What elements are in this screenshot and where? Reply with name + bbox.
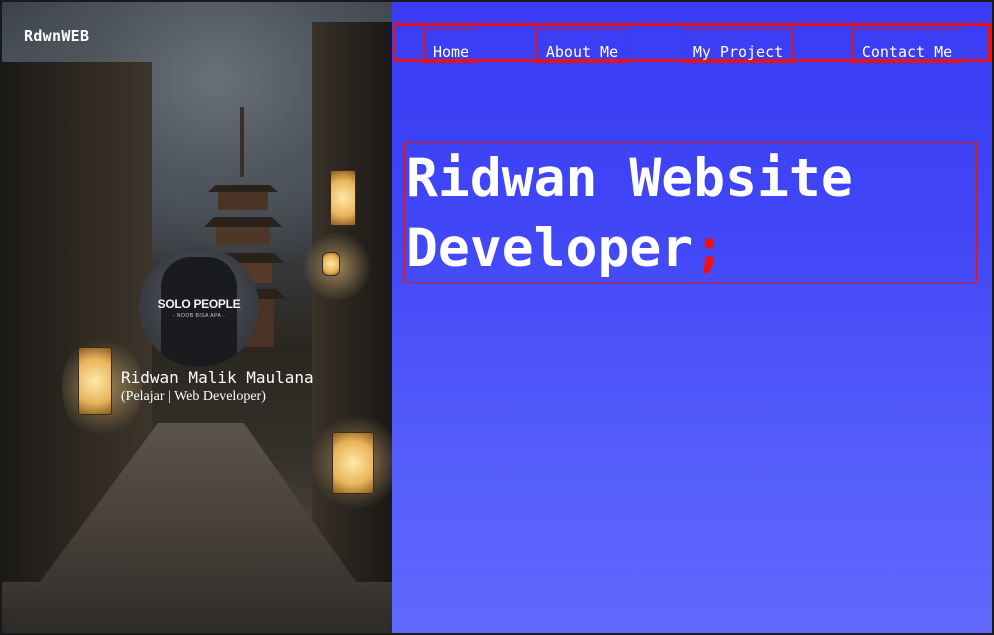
avatar-shirt xyxy=(161,257,237,367)
brand-logo[interactable]: RdwnWEB xyxy=(24,27,89,45)
nav-about-me[interactable]: About Me xyxy=(536,28,628,64)
background-photo-panel: RdwnWEB SOLO PEOPLE - NOOB BISA APA - Ri… xyxy=(2,2,392,633)
hero-accent-semicolon: ; xyxy=(693,218,726,279)
profile-role: (Pelajar | Web Developer) xyxy=(121,389,266,404)
avatar: SOLO PEOPLE - NOOB BISA APA - xyxy=(139,247,259,367)
hero-line-2: Developer; xyxy=(406,219,725,279)
avatar-shirt-subtext: - NOOB BISA APA - xyxy=(172,313,226,319)
top-nav: Home About Me My Project Contact Me xyxy=(393,23,991,64)
hero-line-1: Ridwan Website xyxy=(406,148,853,209)
hero-line-2-text: Developer xyxy=(406,218,694,279)
main-panel: Home About Me My Project Contact Me Ridw… xyxy=(392,2,992,633)
nav-contact-me[interactable]: Contact Me xyxy=(852,28,962,64)
hero-heading: Ridwan Website Developer; xyxy=(404,142,977,283)
nav-my-project[interactable]: My Project xyxy=(683,28,793,64)
avatar-shirt-text: SOLO PEOPLE xyxy=(157,297,241,311)
shop-sign-bottom-right xyxy=(332,432,374,494)
shop-sign-left xyxy=(78,347,112,415)
profile-name: Ridwan Malik Maulana xyxy=(121,368,314,387)
street-lantern xyxy=(322,252,340,276)
shop-sign-right xyxy=(330,170,356,226)
nav-home[interactable]: Home xyxy=(424,28,478,64)
